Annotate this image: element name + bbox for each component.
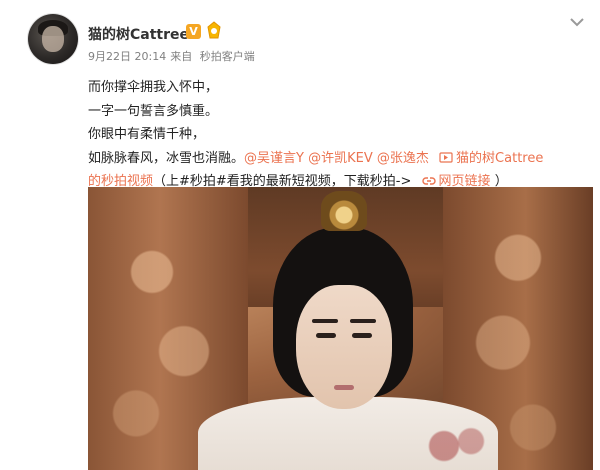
lips [334,385,354,390]
avatar-face [42,26,64,52]
author-name[interactable]: 猫的树Cattree [88,24,189,44]
left-brow [312,319,338,323]
verified-icon: V [186,24,201,39]
video-link-title[interactable]: 猫的树Cattree [456,151,543,166]
source-prefix: 来自 [170,50,193,63]
post-line-2: 一字一句誓言多慎重。 [88,103,219,119]
post-line-1: 而你撑伞拥我入怀中， [88,80,219,95]
right-brow [350,319,376,323]
post-line-3: 你眼中有柔情千种， [88,127,206,142]
post-date[interactable]: 9月22日 20:14 [88,50,166,63]
right-eye [352,333,372,338]
video-link-icon [439,151,453,163]
mention-3[interactable]: @张逸杰 [377,151,429,166]
post-text: 而你撑伞拥我入怀中， 一字一句誓言多慎重。 你眼中有柔情千种， 如脉脉春风，冰雪… [88,76,588,194]
mention-2[interactable]: @许凯KEV [308,151,373,166]
post-meta: 9月22日 20:14 来自 秒拍客户端 [88,48,259,64]
mention-1[interactable]: @吴谨言Y [244,151,304,166]
crown [321,191,367,231]
watermark-logo [471,6,596,26]
avatar[interactable] [28,14,78,64]
robe-embroidery [408,422,498,470]
post-line-4-text: 如脉脉春风，冰雪也消融。 [88,150,245,166]
face [296,285,392,409]
fan-badge-icon[interactable] [205,21,223,41]
link-icon [421,177,436,185]
post-source[interactable]: 秒拍客户端 [200,50,255,63]
left-eye [316,333,336,338]
post-line-4: 如脉脉春风，冰雪也消融。@吴谨言Y @许凯KEV @张逸杰 猫的树Cattree [88,147,588,171]
video-thumbnail[interactable] [88,187,593,470]
